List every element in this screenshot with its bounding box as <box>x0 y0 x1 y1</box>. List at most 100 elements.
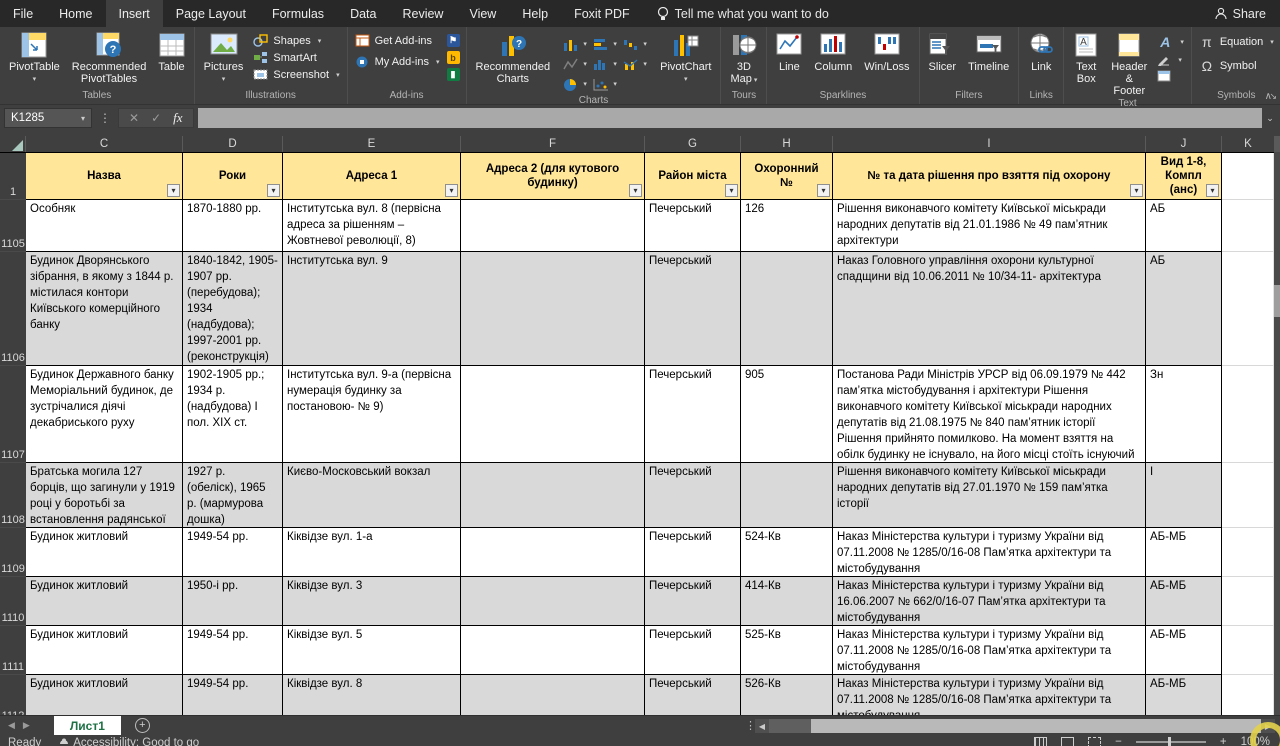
link-button[interactable]: Link <box>1022 30 1060 73</box>
header-cell-rishennia[interactable]: № та дата рішення про взяття під охорону… <box>833 153 1146 200</box>
screenshot-button[interactable]: Screenshot ▾ <box>249 68 343 81</box>
sparkline-winloss-button[interactable]: Win/Loss <box>858 30 915 73</box>
cell-protection-number[interactable]: 414-Кв <box>741 577 833 626</box>
row-header[interactable]: 1110 <box>0 577 26 626</box>
recommended-pivottables-button[interactable]: ? Recommended PivotTables <box>66 30 153 85</box>
row-header[interactable]: 1112 <box>0 675 26 715</box>
row-header[interactable]: 1106 <box>0 252 26 366</box>
cell-decision[interactable]: Рішення виконавчого комітету Київської м… <box>833 200 1146 252</box>
tab-help[interactable]: Help <box>509 0 561 27</box>
cell-name[interactable]: Будинок житловий <box>26 675 183 715</box>
tab-insert[interactable]: Insert <box>106 0 163 27</box>
cell-district[interactable]: Печерський <box>645 366 741 463</box>
cell-decision[interactable]: Наказ Міністерства культури і туризму Ук… <box>833 528 1146 577</box>
cell-years[interactable]: 1840-1842, 1905-1907 рр. (перебудова); 1… <box>183 252 283 366</box>
cell-decision[interactable]: Рішення виконавчого комітету Київської м… <box>833 463 1146 528</box>
cell-address2[interactable] <box>461 528 645 577</box>
my-addins-button[interactable]: My Add-ins ▾ <box>351 55 444 68</box>
select-all-button[interactable] <box>0 136 26 152</box>
cell-protection-number[interactable]: 526-Кв <box>741 675 833 715</box>
cell-protection-number[interactable]: 524-Кв <box>741 528 833 577</box>
pivottable-button[interactable]: PivotTable ▾ <box>3 30 66 86</box>
cell-years[interactable]: 1949-54 рр. <box>183 528 283 577</box>
pictures-button[interactable]: Pictures ▾ <box>198 30 250 86</box>
addin-blue-icon[interactable]: ⚑ <box>447 34 460 47</box>
slicer-button[interactable]: Slicer <box>923 30 963 73</box>
row-header[interactable]: 1109 <box>0 528 26 577</box>
shapes-button[interactable]: Shapes ▾ <box>249 34 343 47</box>
column-chart-button[interactable]: ▾ <box>560 34 590 54</box>
cell-name[interactable]: Братська могила 127 борців, що загинули … <box>26 463 183 528</box>
header-cell-adresa1[interactable]: Адреса 1▾ <box>283 153 461 200</box>
header-cell-roky[interactable]: Роки▾ <box>183 153 283 200</box>
column-header-g[interactable]: G <box>645 136 741 152</box>
cell-address2[interactable] <box>461 252 645 366</box>
cell-protection-number[interactable]: 126 <box>741 200 833 252</box>
header-cell-vyd[interactable]: Вид 1-8, Компл (анс)▾ <box>1146 153 1222 200</box>
cell-type[interactable]: АБ <box>1146 200 1222 252</box>
object-button[interactable] <box>1153 70 1188 82</box>
equation-button[interactable]: π Equation ▾ <box>1195 34 1278 50</box>
row-header[interactable]: 1111 <box>0 626 26 675</box>
cell-type[interactable]: АБ-МБ <box>1146 675 1222 715</box>
cell-name[interactable]: Будинок Державного банку Меморіальний бу… <box>26 366 183 463</box>
cell-district[interactable]: Печерський <box>645 675 741 715</box>
sheet-nav-left-icon[interactable]: ◀ <box>0 720 23 731</box>
cell-years[interactable]: 1927 р. (обеліск), 1965 р. (мармурова до… <box>183 463 283 528</box>
column-header-c[interactable]: C <box>26 136 183 152</box>
recommended-charts-button[interactable]: ? Recommended Charts <box>470 30 557 85</box>
column-header-i[interactable]: I <box>833 136 1146 152</box>
cell-decision[interactable]: Наказ Міністерства культури і туризму Ук… <box>833 626 1146 675</box>
cell-district[interactable]: Печерський <box>645 577 741 626</box>
tab-data[interactable]: Data <box>337 0 389 27</box>
cell-address1[interactable]: Києво-Московський вокзал <box>283 463 461 528</box>
cell-district[interactable]: Печерський <box>645 252 741 366</box>
expand-formula-bar-icon[interactable]: ⌄ <box>1262 113 1278 124</box>
zoom-in-icon[interactable]: + <box>1220 736 1227 746</box>
horizontal-scrollbar[interactable]: ◀ ▶ <box>755 719 1275 733</box>
scroll-up-button[interactable] <box>1274 136 1280 152</box>
symbol-button[interactable]: Ω Symbol <box>1195 58 1278 74</box>
scatter-chart-button[interactable]: ▾ <box>590 74 620 94</box>
pie-chart-button[interactable]: ▾ <box>560 74 590 94</box>
cell-years[interactable]: 1949-54 рр. <box>183 626 283 675</box>
cell-address2[interactable] <box>461 626 645 675</box>
page-break-view-icon[interactable] <box>1088 737 1101 746</box>
horizontal-scrollbar-thumb[interactable] <box>769 719 811 733</box>
cancel-icon[interactable]: ✕ <box>129 111 139 125</box>
histogram-chart-button[interactable]: ▾ <box>590 54 620 74</box>
filter-button[interactable]: ▾ <box>725 184 738 197</box>
name-box[interactable]: K1285 ▾ <box>4 108 92 128</box>
cell-address1[interactable]: Інститутська вул. 9 <box>283 252 461 366</box>
filter-button[interactable]: ▾ <box>267 184 280 197</box>
cell-address1[interactable]: Кіквідзе вул. 3 <box>283 577 461 626</box>
cell-protection-number[interactable]: 525-Кв <box>741 626 833 675</box>
addin-people-graph-icon[interactable]: ▮ <box>447 68 460 81</box>
cell-k[interactable] <box>1222 252 1274 366</box>
header-footer-button[interactable]: Header & Footer <box>1105 30 1153 97</box>
zoom-out-icon[interactable]: − <box>1115 736 1122 746</box>
cell-k[interactable] <box>1222 366 1274 463</box>
header-cell-raion[interactable]: Район міста▾ <box>645 153 741 200</box>
tell-me-box[interactable]: Tell me what you want to do <box>657 0 829 27</box>
column-header-h[interactable]: H <box>741 136 833 152</box>
waterfall-chart-button[interactable]: ▾ <box>620 34 650 54</box>
formula-bar-handle[interactable]: ⋮ <box>92 111 118 125</box>
share-button[interactable]: Share <box>1201 0 1280 27</box>
tab-foxit-pdf[interactable]: Foxit PDF <box>561 0 643 27</box>
tab-page-layout[interactable]: Page Layout <box>163 0 259 27</box>
row-header[interactable]: 1 <box>0 153 26 200</box>
row-header[interactable]: 1108 <box>0 463 26 528</box>
filter-button[interactable]: ▾ <box>1130 184 1143 197</box>
addin-bing-icon[interactable]: b <box>447 51 460 64</box>
insert-function-icon[interactable]: fx <box>173 110 182 126</box>
cell-address1[interactable]: Інститутська вул. 8 (первісна адреса за … <box>283 200 461 252</box>
new-sheet-button[interactable]: + <box>135 718 150 733</box>
filter-button[interactable]: ▾ <box>445 184 458 197</box>
enter-icon[interactable]: ✓ <box>151 111 161 125</box>
cell-name[interactable]: Будинок житловий <box>26 626 183 675</box>
cell-name[interactable]: Будинок житловий <box>26 528 183 577</box>
cell-decision[interactable]: Наказ Головного управління охорони культ… <box>833 252 1146 366</box>
page-layout-view-icon[interactable] <box>1061 737 1074 746</box>
cell-type[interactable]: АБ-МБ <box>1146 577 1222 626</box>
